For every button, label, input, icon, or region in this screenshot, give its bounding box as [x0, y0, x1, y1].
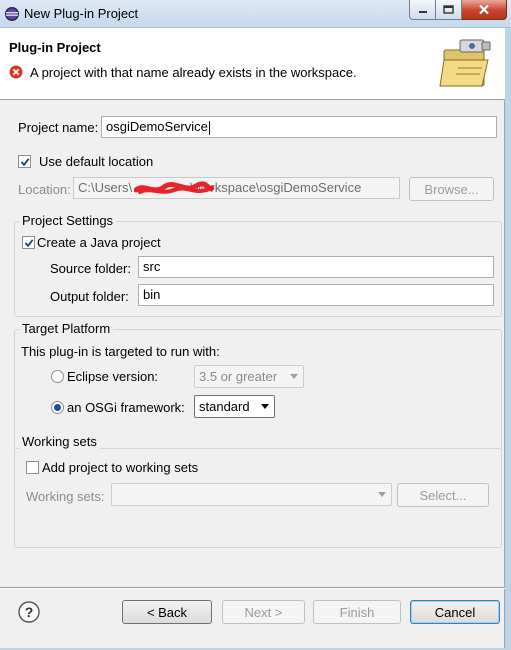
source-folder-label: Source folder:: [50, 261, 131, 276]
plugin-folder-icon: [439, 39, 491, 87]
location-value-end: \workspace\osgiDemoService: [190, 180, 362, 195]
close-button[interactable]: [462, 0, 507, 20]
working-sets-select[interactable]: [111, 483, 392, 506]
redaction-scribble: [134, 181, 214, 194]
eclipse-version-label: Eclipse version:: [67, 369, 159, 384]
target-platform-group-label: Target Platform: [19, 321, 114, 336]
use-default-location-label: Use default location: [39, 154, 154, 169]
project-name-label: Project name:: [18, 120, 99, 135]
checkmark-icon: [20, 157, 29, 166]
add-to-working-sets-label: Add project to working sets: [42, 460, 199, 475]
browse-button[interactable]: Browse...: [409, 177, 494, 201]
footer-separator: [0, 587, 505, 589]
target-platform-description: This plug-in is targeted to run with:: [21, 344, 220, 359]
location-value-start: C:\Users\: [78, 180, 133, 195]
next-button[interactable]: Next >: [222, 600, 305, 624]
project-name-value: osgiDemoService: [106, 119, 208, 134]
chevron-down-icon: [261, 404, 269, 409]
project-settings-group-label: Project Settings: [19, 213, 117, 228]
location-input[interactable]: C:\Users\ \workspace\osgiDemoService: [73, 177, 400, 199]
error-message: A project with that name already exists …: [30, 65, 357, 80]
use-default-location-checkbox[interactable]: [18, 155, 31, 168]
osgi-framework-select[interactable]: standard: [194, 395, 275, 418]
select-working-sets-button[interactable]: Select...: [397, 483, 489, 507]
project-name-input[interactable]: osgiDemoService: [101, 116, 497, 138]
minimize-icon: [418, 10, 427, 13]
minimize-button[interactable]: [409, 0, 436, 20]
eclipse-version-radio[interactable]: [51, 370, 64, 383]
create-java-project-checkbox[interactable]: [22, 236, 35, 249]
add-to-working-sets-checkbox[interactable]: [26, 461, 39, 474]
cancel-button[interactable]: Cancel: [410, 600, 500, 624]
dialog-body: Plug-in Project A project with that name…: [0, 28, 505, 648]
osgi-framework-label: an OSGi framework:: [67, 400, 185, 415]
eclipse-version-select[interactable]: 3.5 or greater: [194, 365, 304, 388]
title-bar[interactable]: New Plug-in Project: [0, 0, 511, 28]
osgi-framework-value: standard: [199, 399, 250, 414]
help-icon[interactable]: ?: [18, 601, 40, 623]
finish-button[interactable]: Finish: [313, 600, 401, 624]
working-sets-group-label: Working sets: [19, 434, 100, 449]
close-icon: [479, 4, 489, 15]
maximize-icon: [443, 5, 454, 14]
page-title: Plug-in Project: [9, 40, 101, 55]
svg-text:?: ?: [25, 604, 34, 620]
output-folder-input[interactable]: bin: [138, 284, 494, 306]
back-button[interactable]: < Back: [122, 600, 212, 624]
wizard-header: Plug-in Project A project with that name…: [0, 28, 505, 100]
source-folder-input[interactable]: src: [138, 256, 494, 278]
create-java-project-label: Create a Java project: [37, 235, 161, 250]
chevron-down-icon: [378, 492, 386, 497]
checkmark-icon: [24, 238, 33, 247]
text-cursor: [208, 120, 210, 135]
osgi-framework-radio[interactable]: [51, 401, 64, 414]
location-label: Location:: [18, 182, 71, 197]
output-folder-label: Output folder:: [50, 289, 129, 304]
maximize-button[interactable]: [436, 0, 462, 20]
chevron-down-icon: [290, 374, 298, 379]
eclipse-app-icon: [5, 7, 19, 21]
eclipse-version-value: 3.5 or greater: [199, 369, 278, 384]
radio-selected-dot: [54, 404, 61, 411]
working-sets-label: Working sets:: [26, 489, 105, 504]
error-icon: [9, 65, 23, 79]
window-title: New Plug-in Project: [24, 6, 139, 21]
